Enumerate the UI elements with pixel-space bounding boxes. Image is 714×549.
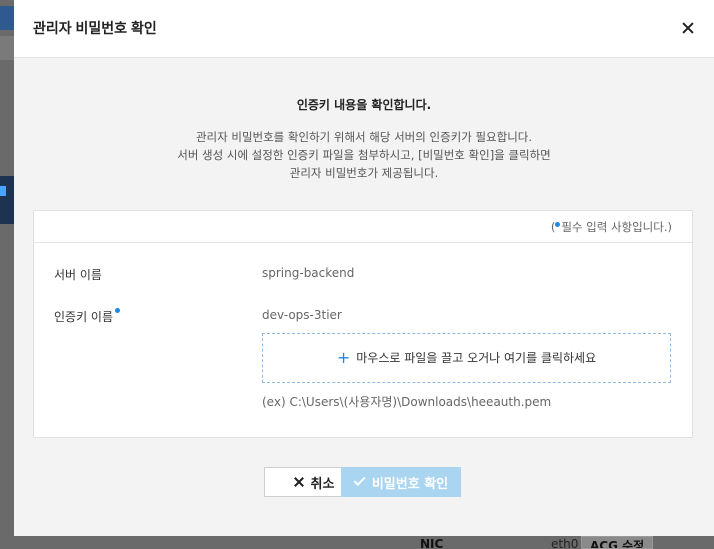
plus-icon: +: [336, 348, 351, 367]
server-name-label: 서버 이름: [54, 268, 102, 282]
background-selected-row: [0, 176, 14, 224]
form-panel: (필수 입력 사항입니다.) 서버 이름 spring-backend 인증키 …: [33, 210, 693, 438]
dropzone-text: 마우스로 파일을 끌고 오거나 여기를 클릭하세요: [356, 351, 597, 365]
background-eth-value: eth0: [551, 537, 579, 549]
close-icon[interactable]: [680, 20, 696, 36]
background-sidebar: [0, 0, 14, 549]
description-line: 서버 생성 시에 설정한 인증키 파일을 첨부하시고, [비밀번호 확인]을 클…: [177, 148, 551, 162]
required-dot-icon: [115, 308, 121, 313]
check-icon: [353, 473, 366, 487]
required-note: (필수 입력 사항입니다.): [550, 220, 672, 234]
description-line: 관리자 비밀번호가 제공됩니다.: [289, 166, 439, 180]
auth-key-value: dev-ops-3tier: [262, 308, 342, 322]
description-line: 관리자 비밀번호를 확인하기 위해서 해당 서버의 인증키가 필요합니다.: [195, 130, 533, 144]
modal-description: 관리자 비밀번호를 확인하기 위해서 해당 서버의 인증키가 필요합니다. 서버…: [14, 128, 714, 182]
modal-title: 관리자 비밀번호 확인: [33, 20, 157, 36]
modal-headline: 인증키 내용을 확인합니다.: [296, 98, 432, 112]
cancel-label: 취소: [310, 476, 335, 492]
modal-header: 관리자 비밀번호 확인: [14, 0, 714, 58]
background-nic-label: NIC: [420, 537, 444, 549]
path-hint: (ex) C:\Users\(사용자명)\Downloads\heeauth.p…: [262, 395, 552, 409]
background-tab-secondary: [0, 36, 14, 60]
file-dropzone[interactable]: + 마우스로 파일을 끌고 오거나 여기를 클릭하세요: [262, 333, 671, 383]
background-acg-button: ACG 수정: [581, 536, 654, 549]
close-icon: [293, 476, 305, 488]
background-checkbox: [0, 186, 6, 196]
required-dot-icon: [555, 222, 561, 227]
confirm-password-button[interactable]: 비밀번호 확인: [341, 467, 461, 497]
confirm-label: 비밀번호 확인: [371, 476, 449, 492]
auth-key-label: 인증키 이름: [54, 308, 121, 325]
admin-password-modal: 관리자 비밀번호 확인 인증키 내용을 확인합니다. 관리자 비밀번호를 확인하…: [14, 0, 714, 536]
server-name-value: spring-backend: [262, 266, 355, 280]
panel-divider: [34, 242, 692, 243]
